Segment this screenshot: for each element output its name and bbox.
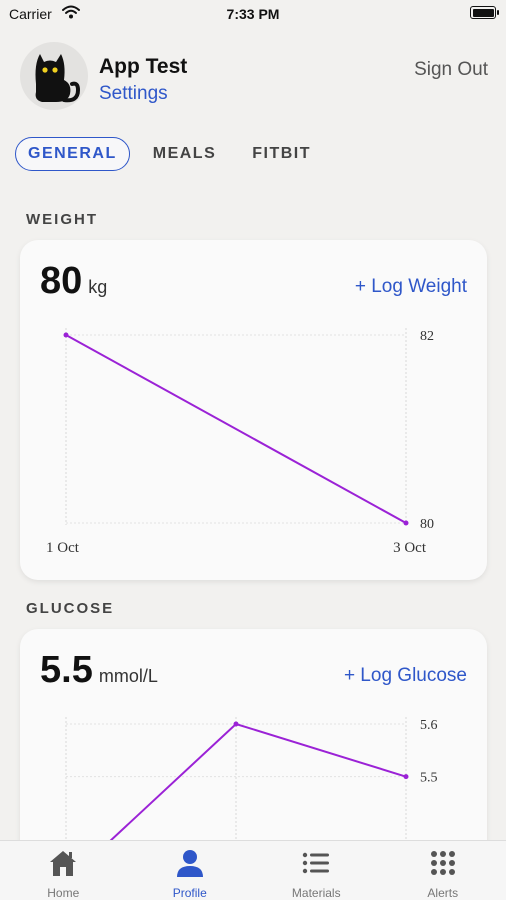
glucose-chart-y-tick-label: 5.6	[420, 718, 438, 733]
profile-tabs: GENERAL MEALS FITBIT	[15, 137, 324, 171]
glucose-card: 5.5 mmol/L + Log Glucose 5.6 5.5	[20, 629, 487, 869]
tab-bar-home[interactable]: Home	[0, 841, 127, 900]
user-name: App Test	[99, 55, 188, 78]
weight-chart: 82 80 1 Oct 3 Oct	[46, 328, 434, 556]
weight-chart-data-point	[63, 332, 69, 338]
tab-bar: Home Profile Materials Alerts	[0, 840, 506, 900]
tab-bar-alerts[interactable]: Alerts	[380, 841, 506, 900]
profile-header: App Test Settings Sign Out	[20, 42, 488, 114]
weight-chart-y-tick-label: 80	[420, 517, 434, 532]
sign-out-button[interactable]: Sign Out	[414, 59, 488, 81]
settings-link[interactable]: Settings	[99, 83, 168, 105]
weight-chart-x-tick-label: 1 Oct	[46, 540, 80, 556]
weight-chart-data-point	[403, 520, 409, 526]
glucose-chart: 5.6 5.5	[65, 717, 438, 869]
avatar[interactable]	[20, 42, 88, 110]
tab-bar-alerts-label: Alerts	[427, 886, 459, 900]
tab-bar-profile-label: Profile	[172, 886, 207, 900]
glucose-chart-data-point	[233, 721, 239, 727]
status-bar: Carrier 7:33 PM	[0, 0, 506, 28]
weight-chart-x-tick-label: 3 Oct	[393, 540, 427, 556]
clock-time: 7:33 PM	[226, 6, 280, 22]
cat-icon	[35, 54, 81, 103]
tab-fitbit[interactable]: FITBIT	[239, 137, 324, 171]
glucose-chart-y-tick-label: 5.5	[420, 771, 438, 786]
weight-chart-series-line	[65, 334, 407, 524]
tab-bar-profile[interactable]: Profile	[127, 841, 254, 900]
tab-bar-materials[interactable]: Materials	[253, 841, 380, 900]
glucose-section-label: GLUCOSE	[26, 600, 115, 617]
weight-chart-y-tick-label: 82	[420, 329, 434, 344]
glucose-chart-data-point	[403, 774, 409, 780]
tab-meals[interactable]: MEALS	[140, 137, 230, 171]
tab-general[interactable]: GENERAL	[15, 137, 130, 171]
weight-section-label: WEIGHT	[26, 211, 98, 228]
tab-bar-materials-label: Materials	[291, 886, 341, 900]
grid-icon	[430, 851, 455, 875]
tab-bar-home-label: Home	[47, 886, 80, 900]
battery-icon	[470, 6, 499, 19]
weight-card: 80 kg + Log Weight 82 80 1 Oct 3 Oct	[20, 240, 487, 580]
list-icon	[303, 852, 330, 874]
person-icon	[176, 850, 203, 877]
home-icon	[50, 851, 77, 876]
